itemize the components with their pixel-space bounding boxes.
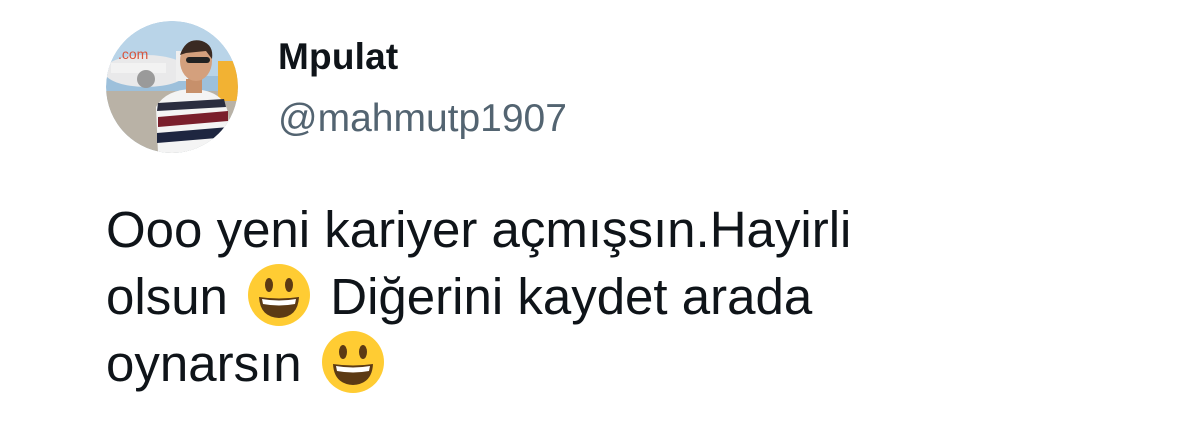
tweet-card: .com Mpulat @mahmutp1907 Ooo yeni kariye… bbox=[0, 0, 1200, 422]
tweet-line-3: oynarsın bbox=[106, 329, 1106, 396]
avatar-photo: .com bbox=[106, 21, 238, 153]
tweet-line-2-end: Diğerini kaydet arada bbox=[330, 268, 813, 325]
user-handle[interactable]: @mahmutp1907 bbox=[278, 96, 567, 142]
tweet-line-2: olsun Diğerini kaydet arada bbox=[106, 262, 1106, 329]
tweet-line-3-text: oynarsın bbox=[106, 335, 302, 392]
tweet-line-1: Ooo yeni kariyer açmışsın.Hayirli bbox=[106, 201, 852, 258]
grinning-face-icon bbox=[246, 262, 312, 328]
avatar[interactable]: .com bbox=[106, 21, 238, 153]
svg-text:.com: .com bbox=[118, 46, 148, 62]
display-name[interactable]: Mpulat bbox=[278, 35, 398, 79]
tweet-text: Ooo yeni kariyer açmışsın.Hayirli olsun … bbox=[106, 198, 1106, 396]
tweet-line-2-start: olsun bbox=[106, 268, 228, 325]
grinning-face-icon bbox=[320, 329, 386, 395]
